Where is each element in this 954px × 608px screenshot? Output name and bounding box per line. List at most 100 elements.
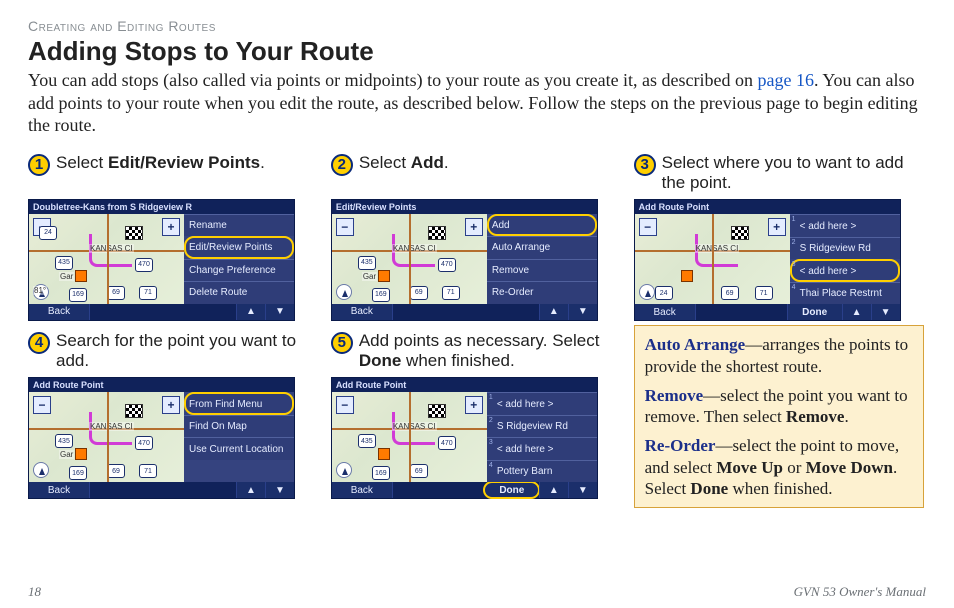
compass-icon [639,284,655,300]
page-title: Adding Stops to Your Route [28,36,926,67]
destination-flag-icon [731,226,749,240]
step-text: Add points as necessary. Select Done whe… [359,331,606,372]
hwy-shield: 435 [55,256,73,270]
back-button[interactable]: Back [332,482,393,498]
city-label: Gar [59,450,74,459]
hwy-shield: 24 [655,286,673,300]
start-pin-icon [75,448,87,460]
steps-grid: 1 Select Edit/Review Points. Doubletree-… [28,147,926,509]
tips-box: Auto Arrange—arranges the points to prov… [634,325,924,508]
scroll-up-icon[interactable]: ▲ [236,482,265,498]
city-label: KANSAS CI [392,422,437,431]
step-2: 2 Select Add. [331,153,606,193]
hwy-shield: 71 [139,286,157,300]
device-title: Add Route Point [29,378,294,392]
city-label: KANSAS CI [695,244,740,253]
hwy-shield: 435 [358,434,376,448]
temp-label: 81° [33,286,47,295]
scroll-down-icon[interactable]: ▼ [568,482,597,498]
page16-link[interactable]: page 16 [758,70,814,90]
menu-item-edit-review[interactable]: Edit/Review Points [184,236,294,259]
step-badge: 2 [331,154,353,176]
scroll-up-icon[interactable]: ▲ [539,482,568,498]
zoom-in-icon[interactable]: + [162,396,180,414]
zoom-in-icon[interactable]: + [465,218,483,236]
scroll-down-icon[interactable]: ▼ [568,304,597,320]
hwy-shield: 24 [39,226,57,240]
menu-item-current-loc[interactable]: Use Current Location [184,437,294,460]
menu-item-add-here[interactable]: 1< add here > [790,214,900,237]
scroll-up-icon[interactable]: ▲ [842,304,871,320]
scroll-down-icon[interactable]: ▼ [265,304,294,320]
menu-item-from-find[interactable]: From Find Menu [184,392,294,415]
screenshot-4: Add Route Point − + 435 470 169 69 71 KA… [28,377,295,499]
back-button[interactable]: Back [29,482,90,498]
menu-item-add[interactable]: Add [487,214,597,237]
scroll-up-icon[interactable]: ▲ [236,304,265,320]
map-pane[interactable]: − + 435 470 169 69 71 24 KANSAS CI Gar 8… [29,214,184,304]
menu-item-auto-arrange[interactable]: Auto Arrange [487,236,597,259]
step-badge: 5 [331,332,353,354]
menu-item-add-here[interactable]: 1< add here > [487,392,597,415]
menu-item-delete[interactable]: Delete Route [184,281,294,304]
hwy-shield: 435 [55,434,73,448]
map-pane[interactable]: − + 435 470 69 169 KANSAS CI [332,392,487,482]
zoom-in-icon[interactable]: + [465,396,483,414]
back-button[interactable]: Back [29,304,90,320]
destination-flag-icon [428,226,446,240]
zoom-out-icon[interactable]: − [336,396,354,414]
hwy-shield: 71 [442,286,460,300]
section-header: Creating and Editing Routes [28,18,926,34]
city-label: Gar [362,272,377,281]
zoom-out-icon[interactable]: − [336,218,354,236]
done-button[interactable]: Done [787,304,842,320]
menu-item-remove[interactable]: Remove [487,259,597,282]
scroll-down-icon[interactable]: ▼ [871,304,900,320]
start-pin-icon [681,270,693,282]
hwy-shield: 69 [107,464,125,478]
device-title: Add Route Point [332,378,597,392]
menu-item-rename[interactable]: Rename [184,214,294,237]
menu-item-add-here-2[interactable]: 3< add here > [487,437,597,460]
menu-item-find-on-map[interactable]: Find On Map [184,415,294,438]
menu-item-pottery-barn[interactable]: 4Pottery Barn [487,460,597,483]
city-label: KANSAS CI [89,422,134,431]
menu-item-reorder[interactable]: Re-Order [487,281,597,304]
map-pane[interactable]: − + 435 470 169 69 71 KANSAS CI Gar [29,392,184,482]
page-number: 18 [28,584,41,600]
map-pane[interactable]: − + 69 71 24 KANSAS CI [635,214,790,304]
hwy-shield: 470 [438,258,456,272]
compass-icon [336,462,352,478]
back-button[interactable]: Back [635,304,696,320]
destination-flag-icon [125,226,143,240]
hwy-shield: 169 [69,466,87,480]
column-3: 3 Select where you to want to add the po… [634,147,926,509]
done-button[interactable]: Done [484,482,539,498]
zoom-in-icon[interactable]: + [162,218,180,236]
screenshot-3: Add Route Point − + 69 71 24 KANSAS CI 1… [634,199,901,321]
menu-item-add-here-2[interactable]: 3< add here > [790,259,900,282]
zoom-in-icon[interactable]: + [768,218,786,236]
device-menu: 1< add here > 2S Ridgeview Rd 3< add her… [790,214,900,304]
scroll-up-icon[interactable]: ▲ [539,304,568,320]
menu-item-ridgeview[interactable]: 2S Ridgeview Rd [487,415,597,438]
zoom-out-icon[interactable]: − [639,218,657,236]
hwy-shield: 470 [135,436,153,450]
device-menu: 1< add here > 2S Ridgeview Rd 3< add her… [487,392,597,482]
tip-auto-arrange: Auto Arrange [645,335,746,354]
menu-item-change-pref[interactable]: Change Preference [184,259,294,282]
zoom-out-icon[interactable]: − [33,396,51,414]
step-text: Select where you to want to add the poin… [662,153,926,194]
step-5: 5 Add points as necessary. Select Done w… [331,331,606,372]
menu-item-thai-place[interactable]: 4Thai Place Restrnt [790,282,900,305]
screenshot-1: Doubletree-Kans from S Ridgeview R − + 4… [28,199,295,321]
device-title: Doubletree-Kans from S Ridgeview R [29,200,294,214]
intro-text: You can add stops (also called via point… [28,70,758,90]
map-pane[interactable]: − + 435 470 69 71 169 KANSAS CI Gar [332,214,487,304]
step-1: 1 Select Edit/Review Points. [28,153,303,193]
scroll-down-icon[interactable]: ▼ [265,482,294,498]
hwy-shield: 71 [139,464,157,478]
back-button[interactable]: Back [332,304,393,320]
menu-item-ridgeview[interactable]: 2S Ridgeview Rd [790,237,900,260]
screenshot-2: Edit/Review Points − + 435 470 69 71 169… [331,199,598,321]
